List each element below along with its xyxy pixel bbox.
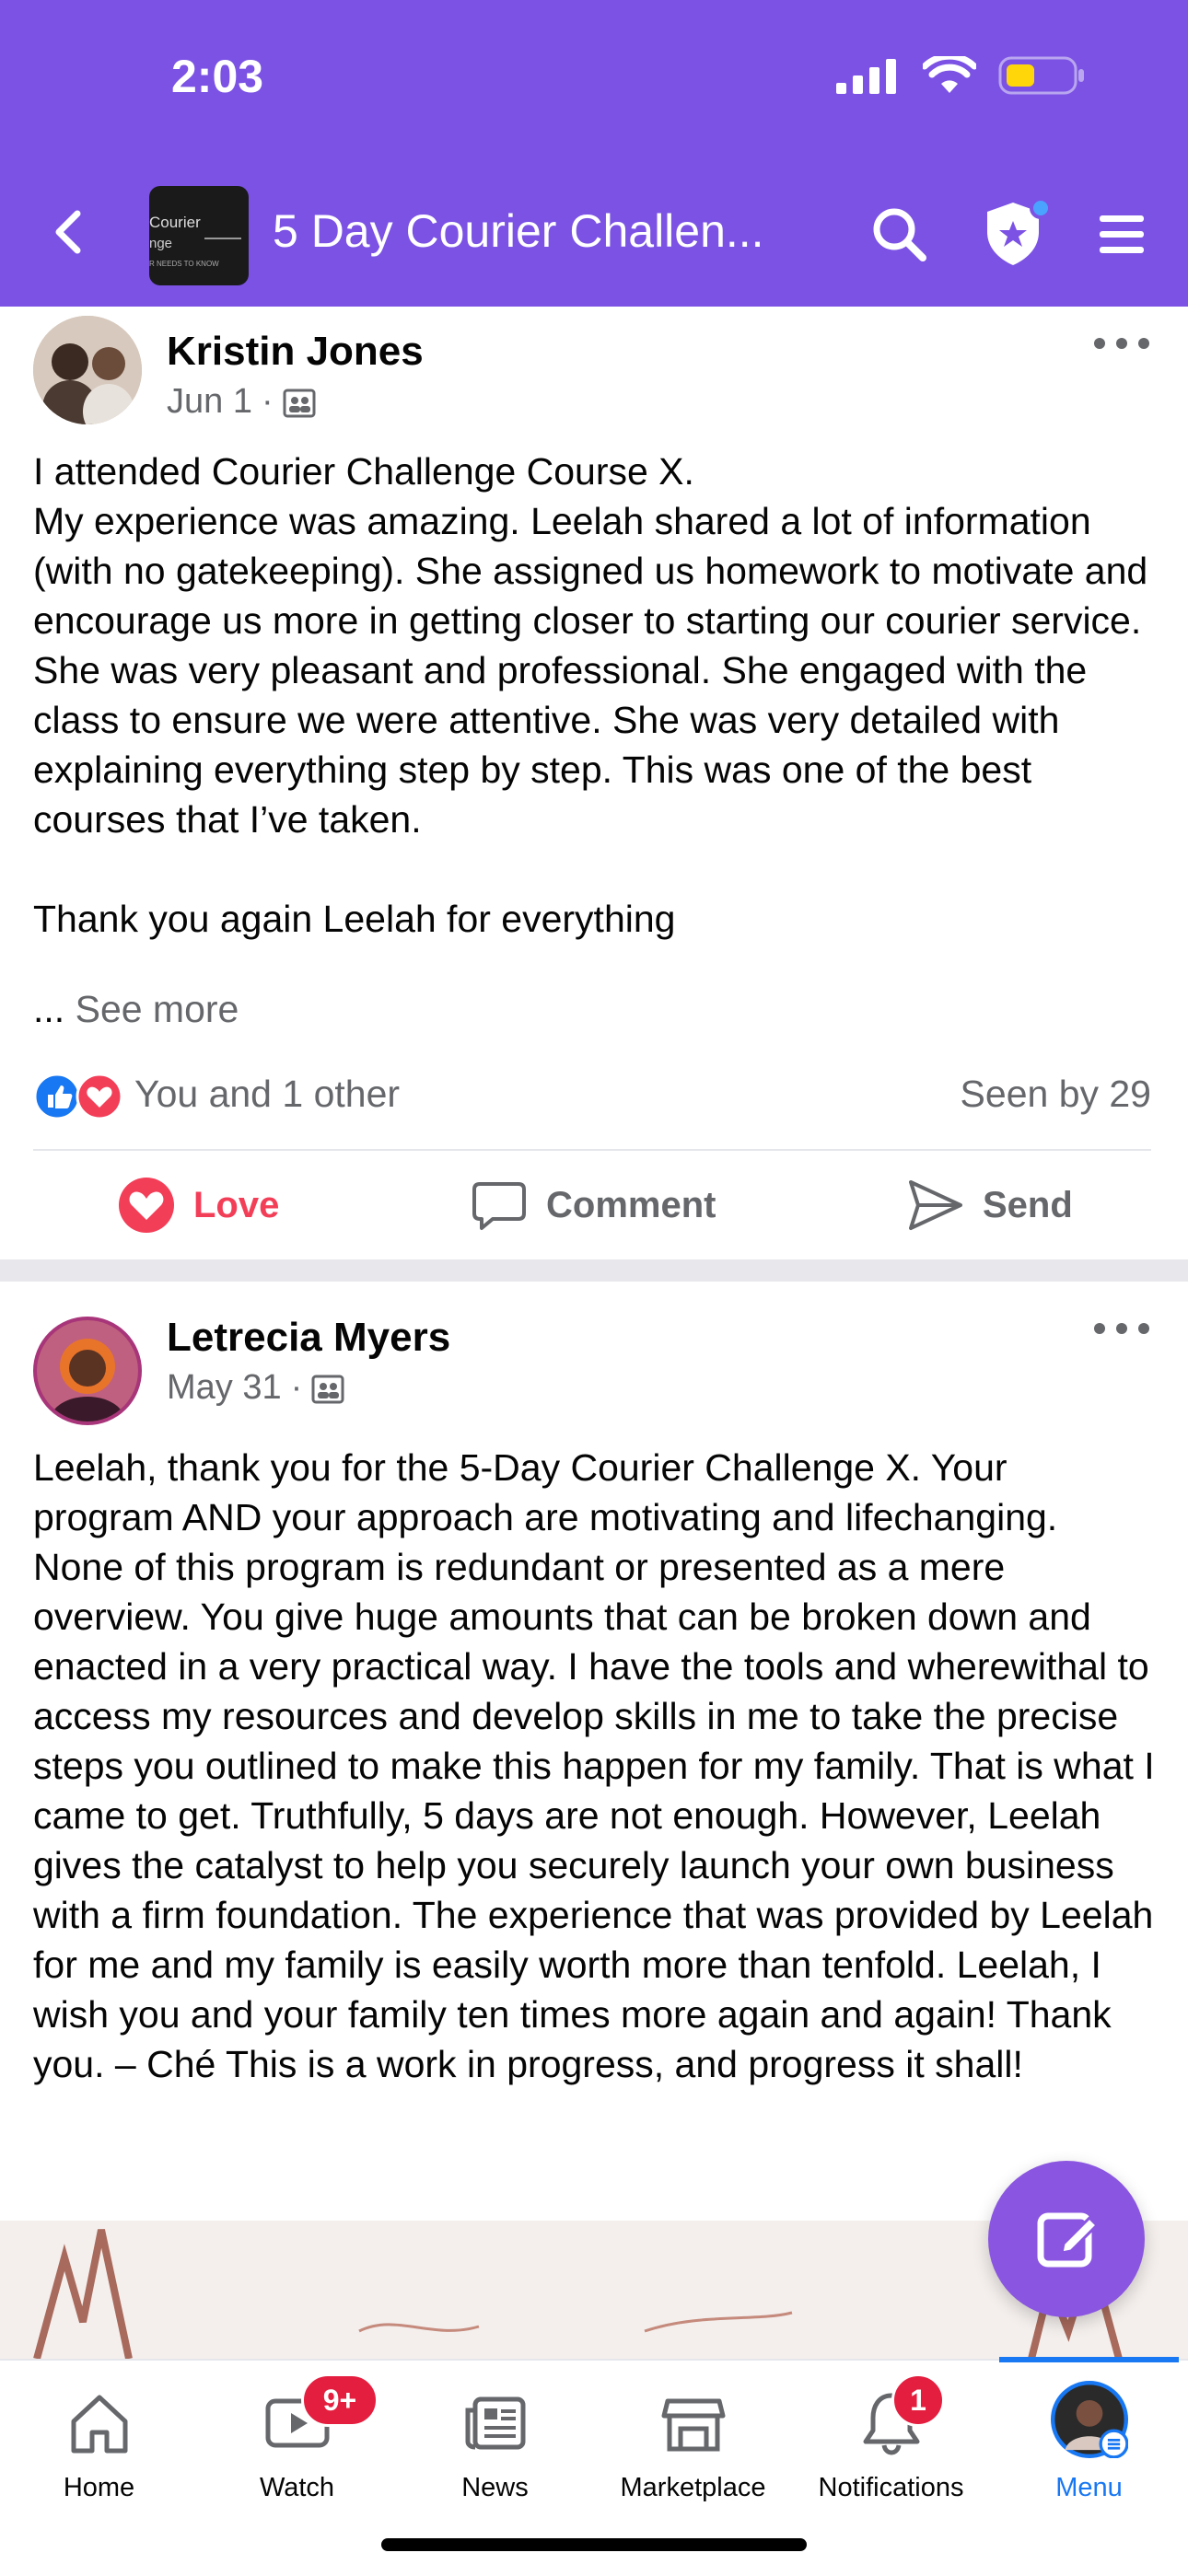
group-title[interactable]: 5 Day Courier Challen... — [273, 204, 764, 258]
hamburger-menu-icon[interactable] — [1096, 208, 1147, 260]
author-avatar[interactable] — [33, 1317, 142, 1425]
love-label: Love — [193, 1184, 280, 1225]
avatar-photo — [37, 1320, 138, 1421]
tab-label: Menu — [1055, 2473, 1123, 2502]
tab-news[interactable]: News — [396, 2361, 594, 2508]
divider — [33, 1149, 1151, 1151]
meta-separator: · — [290, 1368, 303, 1407]
back-arrow-icon[interactable] — [42, 204, 98, 260]
post-separator — [0, 1259, 1188, 1282]
love-button[interactable]: Love — [118, 1177, 279, 1234]
active-tab-indicator — [999, 2357, 1179, 2362]
marketplace-icon — [661, 2398, 726, 2452]
send-button[interactable]: Send — [907, 1177, 1073, 1234]
meta-separator: · — [261, 382, 274, 421]
tab-marketplace[interactable]: Marketplace — [594, 2361, 792, 2508]
compose-button[interactable] — [988, 2161, 1145, 2317]
search-icon[interactable] — [869, 204, 928, 263]
thumb-text: nge — [149, 236, 173, 251]
post-body: Leelah, thank you for the 5-Day Courier … — [33, 1446, 1155, 2085]
home-indicator — [381, 2538, 807, 2551]
tab-notifications[interactable]: 1 Notifications — [792, 2361, 990, 2508]
tab-label: Home — [63, 2473, 135, 2502]
profile-avatar-icon — [1051, 2381, 1128, 2458]
thumb-text: R NEEDS TO KNOW — [149, 260, 219, 268]
battery-icon — [998, 56, 1084, 95]
author-name[interactable]: Kristin Jones — [167, 329, 424, 375]
post-meta: Jun 1 · — [167, 382, 316, 422]
comment-icon — [472, 1182, 526, 1230]
love-reaction-icon — [119, 1178, 174, 1233]
author-name[interactable]: Letrecia Myers — [167, 1315, 450, 1361]
tab-label: Notifications — [818, 2473, 964, 2502]
thumb-text: Courier — [149, 214, 201, 231]
reactions-summary[interactable]: You and 1 other — [134, 1073, 400, 1116]
home-icon — [71, 2395, 128, 2454]
notifications-badge: 1 — [891, 2373, 945, 2427]
post-meta: May 31 · — [167, 1368, 344, 1408]
seen-by-count[interactable]: Seen by 29 — [961, 1073, 1151, 1116]
group-cover-thumbnail[interactable]: Courier nge R NEEDS TO KNOW — [149, 186, 249, 285]
comment-label: Comment — [546, 1184, 716, 1225]
post-body: I attended Courier Challenge Course X. M… — [33, 450, 1148, 940]
reaction-icons — [33, 1073, 123, 1120]
status-time: 2:03 — [171, 51, 264, 102]
send-icon — [909, 1180, 962, 1230]
wifi-icon — [923, 56, 976, 93]
author-avatar[interactable] — [33, 316, 142, 424]
group-members-icon — [283, 389, 316, 417]
ellipsis: ... — [33, 988, 65, 1030]
tab-label: Marketplace — [620, 2473, 766, 2502]
comment-button[interactable]: Comment — [471, 1177, 716, 1234]
tab-label: Watch — [259, 2473, 335, 2502]
post-card: Kristin Jones Jun 1 · I attended Courier… — [0, 307, 1188, 1259]
watch-badge: 9+ — [301, 2373, 379, 2427]
tab-watch[interactable]: 9+ Watch — [198, 2361, 396, 2508]
group-members-icon — [311, 1375, 344, 1403]
post-options-button[interactable] — [1094, 1315, 1149, 1342]
shield-star-icon[interactable] — [980, 195, 1054, 269]
tab-home[interactable]: Home — [0, 2361, 198, 2508]
post-options-button[interactable] — [1094, 330, 1149, 357]
send-label: Send — [983, 1184, 1073, 1225]
post-date[interactable]: May 31 — [167, 1368, 282, 1408]
news-icon — [465, 2396, 526, 2450]
tab-menu[interactable]: Menu — [990, 2357, 1188, 2508]
edit-icon — [1037, 2212, 1100, 2268]
reactions-row[interactable]: You and 1 other Seen by 29 — [33, 1067, 1151, 1122]
see-more-row: ... See more — [33, 988, 239, 1031]
app-header: 2:03 Courier nge R NEEDS TO KNOW 5 Day C… — [0, 0, 1188, 307]
tab-label: News — [461, 2473, 529, 2502]
post-date[interactable]: Jun 1 — [167, 382, 252, 422]
see-more-link[interactable]: See more — [76, 988, 239, 1030]
avatar-photo — [33, 316, 142, 424]
status-icons — [836, 55, 1087, 96]
signal-icon — [836, 59, 896, 94]
